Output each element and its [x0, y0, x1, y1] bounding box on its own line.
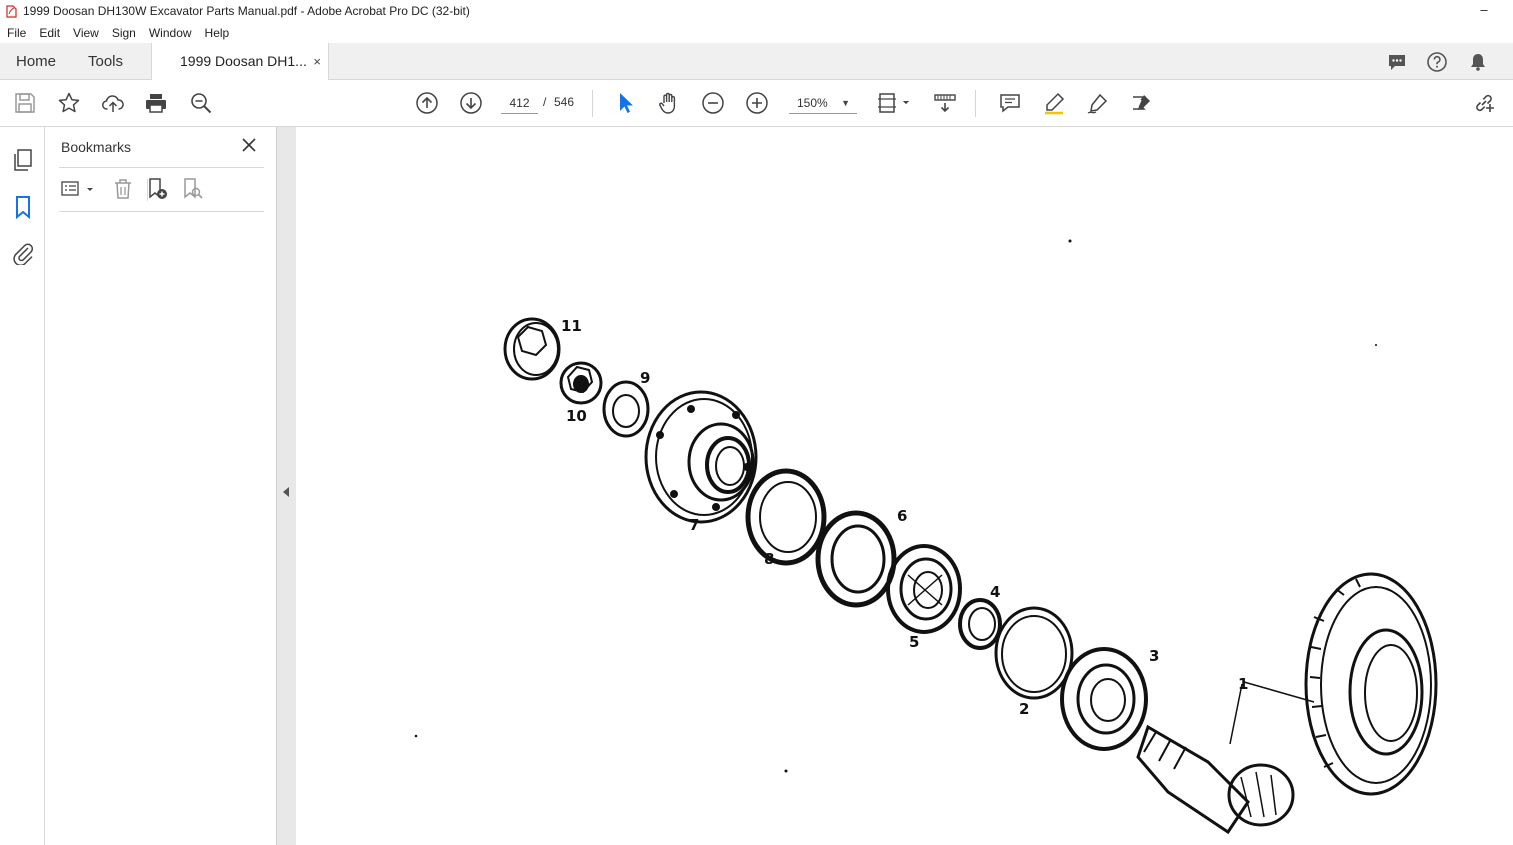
collapse-arrow-icon[interactable]: [283, 487, 289, 497]
callout-7: 7: [689, 516, 700, 534]
chevron-down-icon: ▼: [841, 98, 850, 108]
fill-sign-icon[interactable]: [1130, 91, 1154, 115]
tab-home[interactable]: Home: [16, 43, 56, 80]
menu-view[interactable]: View: [66, 26, 105, 40]
part-7-flange: [644, 390, 758, 524]
page-separator: /: [543, 95, 547, 109]
zoom-in-icon[interactable]: [745, 91, 769, 115]
callout-10: 10: [566, 407, 587, 425]
tab-tools[interactable]: Tools: [88, 43, 123, 80]
callout-9: 9: [640, 369, 651, 387]
attachment-icon[interactable]: [11, 241, 35, 265]
zoom-search-icon[interactable]: [189, 91, 213, 115]
part-8-seal: [745, 468, 827, 566]
part-4-spacer: [958, 598, 1002, 650]
page-thumbnails-icon[interactable]: [11, 148, 35, 172]
bookmark-options-icon[interactable]: [60, 177, 96, 201]
bookmarks-divider: [59, 167, 264, 168]
exploded-parts-diagram: [414, 239, 1438, 835]
zoom-level-value: 150%: [797, 96, 828, 110]
save-icon[interactable]: [13, 91, 37, 115]
menu-bar: File Edit View Sign Window Help: [0, 22, 1513, 43]
callout-11: 11: [561, 317, 582, 335]
callout-2: 2: [1019, 700, 1030, 718]
share-link-icon[interactable]: [1472, 91, 1496, 115]
menu-window[interactable]: Window: [142, 26, 198, 40]
notification-bell-icon[interactable]: [1467, 51, 1489, 73]
menu-sign[interactable]: Sign: [105, 26, 142, 40]
part-6-race: [815, 510, 897, 608]
cloud-upload-icon[interactable]: [101, 91, 125, 115]
menu-help[interactable]: Help: [198, 26, 236, 40]
comment-bubble-icon[interactable]: [1386, 51, 1408, 73]
title-bar: 1999 Doosan DH130W Excavator Parts Manua…: [0, 0, 1513, 22]
window-title: 1999 Doosan DH130W Excavator Parts Manua…: [23, 4, 470, 18]
next-page-icon[interactable]: [459, 91, 483, 115]
part-5-bearing: [886, 544, 962, 634]
callout-1: 1: [1238, 675, 1249, 693]
highlight-pen-icon[interactable]: [1042, 91, 1066, 115]
page-total: 546: [554, 95, 575, 109]
tab-document[interactable]: 1999 Doosan DH1... ×: [151, 43, 329, 81]
bookmarks-panel: Bookmarks: [45, 127, 277, 845]
bookmark-icon[interactable]: [11, 195, 35, 219]
comment-icon[interactable]: [998, 91, 1022, 115]
close-icon[interactable]: [241, 137, 257, 153]
help-icon[interactable]: [1426, 51, 1448, 73]
part-10-nut: [559, 361, 603, 405]
toolbar-divider: [975, 90, 976, 117]
toolbar-divider: [592, 90, 593, 117]
part-2-shim: [994, 606, 1074, 700]
draw-pen-icon[interactable]: [1086, 91, 1110, 115]
part-3-bearing: [1060, 647, 1148, 751]
part-1-gear-set: [1136, 572, 1438, 835]
main-toolbar: 412 / 546 150% ▼: [0, 80, 1513, 127]
page-fit-icon[interactable]: [876, 91, 912, 115]
part-11-cap: [503, 317, 561, 381]
menu-file[interactable]: File: [0, 26, 32, 40]
tab-close-button[interactable]: ×: [313, 43, 321, 80]
zoom-level-dropdown[interactable]: 150% ▼: [789, 92, 857, 114]
document-viewer[interactable]: 11 10 9 7 8 6 5 4 2 3 1: [296, 127, 1513, 845]
menu-edit[interactable]: Edit: [32, 26, 66, 40]
page-number-input[interactable]: 412: [501, 92, 538, 114]
scroll-mode-icon[interactable]: [933, 91, 957, 115]
panel-collapse-gutter[interactable]: [277, 127, 296, 845]
new-bookmark-icon[interactable]: [145, 177, 169, 201]
bookmarks-title: Bookmarks: [61, 139, 132, 155]
part-9-washer: [602, 380, 650, 438]
print-icon[interactable]: [144, 91, 168, 115]
callout-5: 5: [909, 633, 920, 651]
callout-3: 3: [1149, 647, 1160, 665]
minimize-button[interactable]: –: [1477, 2, 1491, 17]
acrobat-app-icon: [6, 4, 17, 18]
tab-bar: Home Tools 1999 Doosan DH1... ×: [0, 43, 1513, 81]
find-bookmark-icon[interactable]: [180, 177, 204, 201]
delete-bookmark-icon[interactable]: [111, 177, 135, 201]
hand-tool-icon[interactable]: [657, 91, 681, 115]
star-icon[interactable]: [57, 91, 81, 115]
callout-8: 8: [764, 550, 775, 568]
select-pointer-icon[interactable]: [614, 91, 638, 115]
previous-page-icon[interactable]: [415, 91, 439, 115]
bookmarks-divider: [59, 211, 264, 212]
zoom-out-icon[interactable]: [701, 91, 725, 115]
tab-document-label: 1999 Doosan DH1...: [180, 53, 307, 69]
navigation-rail: [0, 127, 45, 845]
callout-4: 4: [990, 583, 1001, 601]
callout-6: 6: [897, 507, 908, 525]
